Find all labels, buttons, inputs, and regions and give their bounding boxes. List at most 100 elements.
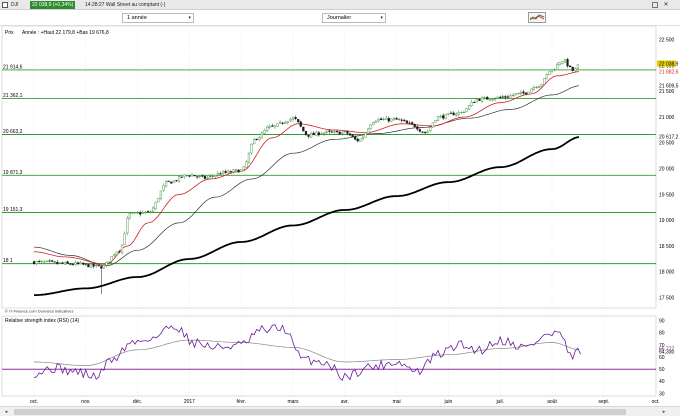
candle-body [372,121,375,125]
candle-body [203,176,207,179]
price-tick-label: 19 000 [659,218,675,224]
candle-body [574,68,577,71]
candle-body [63,262,67,265]
candle-body [131,212,134,214]
candle-body [82,262,85,265]
candle-body [162,185,165,191]
candle-body [260,132,264,139]
candle-body [527,91,530,95]
candle-body [566,59,569,67]
candle-body [493,98,497,100]
candle-body [56,262,59,264]
candle-body [66,261,69,264]
candle-body [436,116,440,121]
candle-body [390,118,393,122]
candle-body [519,92,523,95]
candle-body [229,171,232,173]
level-label: 20 663,2 [3,129,23,135]
chart-area[interactable]: 22 50022 00021 50021 00020 50020 00019 5… [0,26,680,406]
candle-body [123,233,126,245]
candle-body [183,174,186,177]
x-tick-label: mai [393,399,401,405]
candle-body [113,254,116,256]
candle-body [374,120,377,123]
candle-body [462,111,466,113]
candle-body [421,131,424,133]
horizontal-scrollbar[interactable]: ◂ ▸ [0,406,680,416]
candle-body [159,190,163,199]
candle-body [193,174,196,177]
candle-body [550,69,554,72]
candle-body [354,136,357,140]
candle-body [144,211,147,214]
close-icon[interactable]: ✕ [662,1,670,9]
price-axis: 22 50022 00021 50021 00020 50020 00019 5… [659,38,675,302]
period-value: 1 année [127,15,147,21]
candle-body [51,260,54,262]
indicator-marker: 21 882,6 [659,69,679,75]
candle-body [242,166,245,170]
chevron-down-icon: ▾ [380,15,383,21]
candle-body [473,101,476,103]
window-menu-icon[interactable] [2,2,8,8]
price-prefix: Prix [5,30,14,36]
chart-type-icon[interactable] [528,12,546,23]
candle-body [392,118,396,120]
candle-body [245,161,248,168]
candle-body [499,96,502,98]
scroll-right-icon[interactable]: ▸ [660,408,668,416]
candle-body [418,129,422,132]
candle-body [211,176,214,178]
candle-body [512,94,515,96]
maximize-icon[interactable] [652,2,658,8]
candle-body [439,115,442,118]
rsi-marker: 64,330 [659,350,675,356]
candle-body [387,118,390,122]
candle-body [32,261,36,265]
candle-body [188,175,191,177]
candle-body [286,121,289,124]
scroll-left-icon[interactable]: ◂ [2,408,10,416]
candle-body [571,66,574,71]
candle-body [102,264,106,269]
level-label: 18 1 [3,258,13,264]
price-tick-label: 20 000 [659,167,675,173]
level-label: 19 151,3 [3,207,23,213]
price-tick-label: 17 500 [659,295,675,301]
period-select[interactable]: 1 année ▾ [122,13,194,23]
candle-body [149,211,152,213]
candle-body [346,131,349,134]
candle-body [400,119,403,121]
candle-body [76,262,80,264]
candle-body [105,262,108,266]
candle-body [522,91,525,94]
candle-body [294,117,297,119]
candle-body [403,119,406,122]
candle-body [304,131,308,135]
candle-body [302,126,305,132]
candle-body [216,172,219,176]
candle-body [537,86,541,88]
candle-body [561,61,564,64]
candle-body [136,212,139,214]
candle-body [426,131,429,133]
candle-body [460,111,463,113]
candle-body [442,115,445,119]
candle-body [429,127,432,132]
candle-body [115,251,118,256]
scrollbar-thumb[interactable] [14,409,626,415]
candle-body [506,96,510,98]
candle-body [398,118,401,120]
candle-body [255,138,258,140]
candle-body [276,123,279,127]
candle-body [558,62,561,66]
candle-body [250,144,253,154]
rsi-axis: 90807060504030 [659,318,665,397]
candle-body [237,169,240,173]
candle-body [405,120,409,124]
instrument-bar: DJI 22 038,9 (+0,34%) 14:28:27 Wall Stre… [0,0,680,10]
candle-body [423,132,427,134]
candle-body [79,262,82,265]
interval-select[interactable]: Journalier ▾ [322,13,386,23]
candle-body [367,128,370,134]
